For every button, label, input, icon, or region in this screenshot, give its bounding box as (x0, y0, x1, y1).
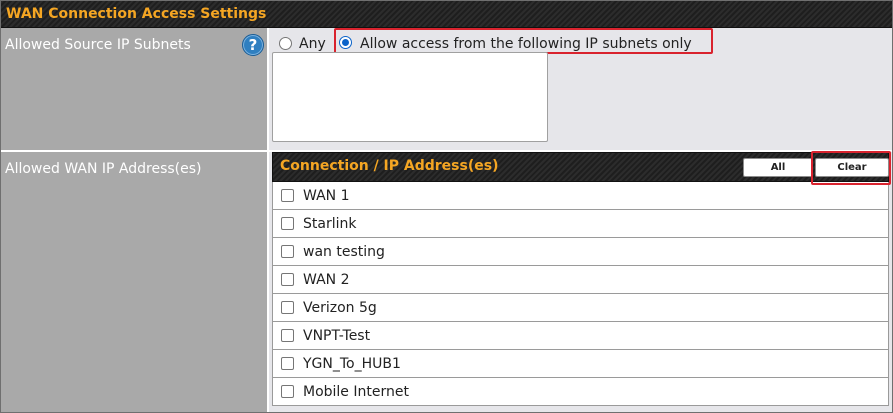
connection-row: Starlink (272, 210, 889, 238)
connection-label: WAN 1 (303, 188, 350, 204)
question-circle-icon[interactable]: ? (242, 34, 264, 56)
connection-row: Mobile Internet (272, 378, 889, 406)
subnets-textarea[interactable] (272, 52, 548, 142)
wan-ip-label-cell: Allowed WAN IP Address(es) (1, 152, 268, 412)
connection-checkbox[interactable] (281, 273, 294, 286)
section-header: WAN Connection Access Settings (1, 1, 892, 28)
connection-label: wan testing (303, 244, 385, 260)
connection-label: YGN_To_HUB1 (303, 356, 401, 372)
select-all-button[interactable]: All (743, 158, 813, 177)
connection-row: YGN_To_HUB1 (272, 350, 889, 378)
connection-row: wan testing (272, 238, 889, 266)
connection-checkbox[interactable] (281, 357, 294, 370)
connection-checkbox[interactable] (281, 329, 294, 342)
source-subnets-value-cell: Any Allow access from the following IP s… (269, 28, 892, 150)
radio-allow-following-label[interactable]: Allow access from the following IP subne… (360, 36, 692, 52)
connection-table: Connection / IP Address(es) All Clear WA… (272, 152, 889, 406)
connection-checkbox[interactable] (281, 385, 294, 398)
connection-checkbox[interactable] (281, 217, 294, 230)
connection-checkbox[interactable] (281, 245, 294, 258)
radio-allow-following[interactable] (339, 36, 352, 49)
connection-checkbox[interactable] (281, 189, 294, 202)
source-subnets-label-cell: Allowed Source IP Subnets ? (1, 28, 268, 150)
wan-access-settings-panel: WAN Connection Access Settings Allowed S… (0, 0, 893, 413)
connection-checkbox[interactable] (281, 301, 294, 314)
connection-row: WAN 1 (272, 182, 889, 210)
connection-row: WAN 2 (272, 266, 889, 294)
connection-label: Starlink (303, 216, 357, 232)
connection-table-title: Connection / IP Address(es) (280, 158, 499, 174)
wan-ip-value-cell: Connection / IP Address(es) All Clear WA… (269, 151, 892, 412)
highlight-box-clear-button (811, 151, 891, 185)
connection-label: Verizon 5g (303, 300, 377, 316)
source-subnets-label: Allowed Source IP Subnets (5, 37, 191, 53)
radio-any[interactable] (279, 37, 292, 50)
connection-row: Verizon 5g (272, 294, 889, 322)
connection-label: Mobile Internet (303, 384, 409, 400)
connection-label: VNPT-Test (303, 328, 371, 344)
radio-any-label[interactable]: Any (299, 36, 326, 52)
connection-table-header: Connection / IP Address(es) All Clear (272, 152, 889, 182)
section-title: WAN Connection Access Settings (6, 6, 267, 22)
wan-ip-label: Allowed WAN IP Address(es) (5, 161, 202, 177)
connection-row: VNPT-Test (272, 322, 889, 350)
connection-label: WAN 2 (303, 272, 350, 288)
